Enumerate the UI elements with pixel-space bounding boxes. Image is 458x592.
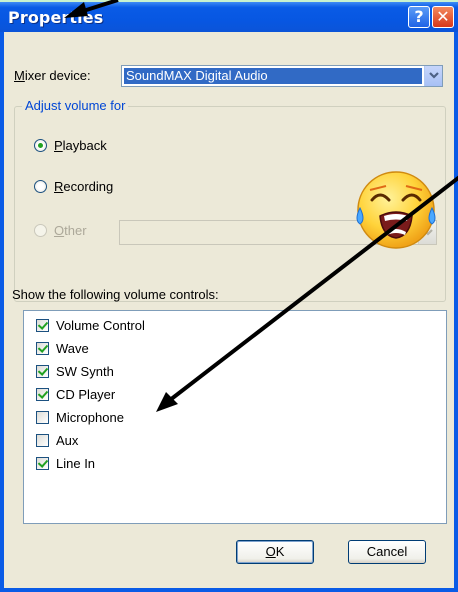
properties-dialog: Properties ? ✕ Mixer device: SoundMAX Di… — [0, 2, 458, 592]
dialog-body: Mixer device: SoundMAX Digital Audio Adj… — [4, 32, 454, 588]
radio-label-playback: Playback — [54, 138, 107, 153]
checkbox-line-in[interactable] — [36, 457, 49, 470]
checkbox-wave[interactable] — [36, 342, 49, 355]
cancel-button[interactable]: Cancel — [348, 540, 426, 564]
chevron-down-icon — [429, 72, 439, 79]
radio-label-recording: Recording — [54, 179, 114, 194]
volume-controls-list[interactable]: Volume Control Wave SW Synth CD Player M… — [23, 310, 447, 524]
list-item-label: CD Player — [56, 387, 116, 402]
window-title: Properties — [8, 8, 104, 27]
checkbox-cd-player[interactable] — [36, 388, 49, 401]
list-item-label: Line In — [56, 456, 96, 471]
list-item-label: Microphone — [56, 410, 124, 425]
radio-button-recording[interactable] — [34, 180, 47, 193]
checkbox-aux[interactable] — [36, 434, 49, 447]
checkbox-sw-synth[interactable] — [36, 365, 49, 378]
checkbox-volume-control[interactable] — [36, 319, 49, 332]
help-button[interactable]: ? — [408, 6, 430, 28]
mixer-device-select[interactable]: SoundMAX Digital Audio — [121, 65, 443, 87]
list-item-label: Volume Control — [56, 318, 145, 333]
title-bar[interactable]: Properties ? ✕ — [0, 2, 458, 32]
ok-button[interactable]: OK — [236, 540, 314, 564]
close-icon: ✕ — [436, 7, 450, 26]
checkbox-microphone[interactable] — [36, 411, 49, 424]
mixer-dropdown-button[interactable] — [424, 66, 442, 86]
help-icon: ? — [414, 7, 424, 26]
adjust-volume-title: Adjust volume for — [22, 98, 129, 113]
mixer-device-value: SoundMAX Digital Audio — [124, 68, 422, 84]
radio-button-other — [34, 224, 47, 237]
radio-button-playback[interactable] — [34, 139, 47, 152]
volume-controls-label: Show the following volume controls: — [12, 287, 219, 302]
list-item-label: SW Synth — [56, 364, 114, 379]
mixer-device-label: Mixer device: — [14, 68, 91, 83]
crying-face-icon — [356, 171, 436, 249]
radio-label-other: Other — [54, 223, 87, 238]
close-button[interactable]: ✕ — [432, 6, 454, 28]
list-item-label: Aux — [56, 433, 79, 448]
list-item-label: Wave — [56, 341, 89, 356]
